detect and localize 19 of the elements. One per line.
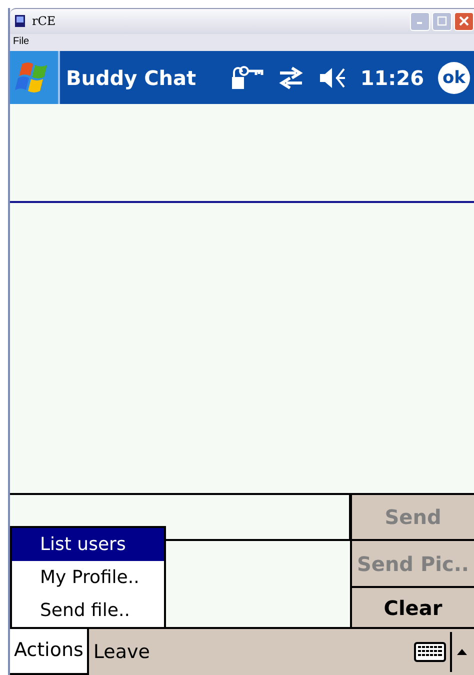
maximize-icon xyxy=(437,16,447,26)
popup-menu-item[interactable]: List users xyxy=(12,528,164,561)
softkey[interactable]: Actions xyxy=(10,627,90,675)
close-button[interactable] xyxy=(454,12,474,31)
close-icon xyxy=(459,16,469,26)
popup-menu-item[interactable]: My Profile.. xyxy=(12,561,164,594)
softkey[interactable]: Leave xyxy=(89,629,154,675)
popup-menu-item[interactable]: Send file.. xyxy=(12,594,164,627)
lock-key-icon[interactable] xyxy=(230,64,264,92)
device-icon xyxy=(14,14,26,28)
keyboard-icon[interactable] xyxy=(414,641,446,663)
clock-time[interactable]: 11:26 xyxy=(360,66,424,90)
up-arrow-icon[interactable] xyxy=(456,648,468,656)
menu-item[interactable]: File xyxy=(13,36,30,48)
window-title: rCE xyxy=(32,14,56,28)
ok-button[interactable]: ok xyxy=(438,62,470,94)
action-button[interactable]: Clear xyxy=(352,588,474,627)
start-button[interactable] xyxy=(10,51,60,104)
app-title: Buddy Chat xyxy=(66,66,198,90)
